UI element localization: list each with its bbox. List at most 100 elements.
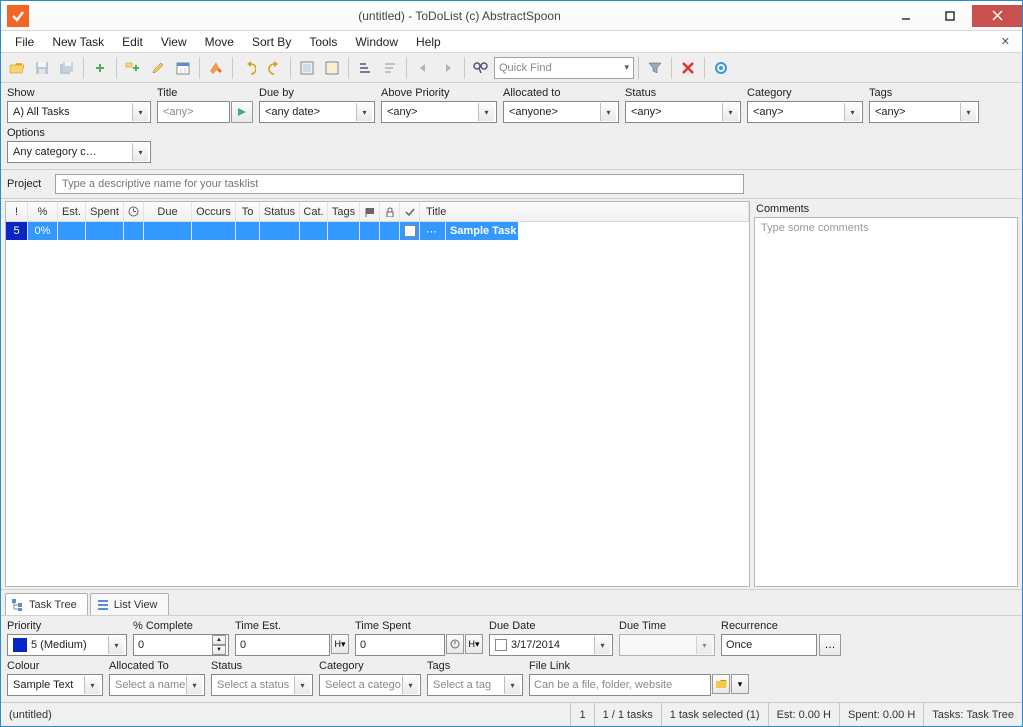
filter-due-combo[interactable]: <any date>▾: [259, 101, 375, 123]
sort-desc-icon[interactable]: [378, 56, 402, 80]
attr-percent-input[interactable]: 0 ▲▼: [133, 634, 229, 656]
filter-alloc-combo[interactable]: <anyone>▾: [503, 101, 619, 123]
filter-icon[interactable]: [643, 56, 667, 80]
status-item: 1: [570, 703, 593, 726]
menu-window[interactable]: Window: [347, 33, 406, 51]
col-reminder[interactable]: [124, 202, 144, 221]
tab-list-view[interactable]: List View: [90, 593, 169, 615]
menu-tools[interactable]: Tools: [301, 33, 345, 51]
status-spent: Spent: 0.00 H: [839, 703, 923, 726]
col-due[interactable]: Due: [144, 202, 192, 221]
col-spent[interactable]: Spent: [86, 202, 124, 221]
new-subtask-icon[interactable]: [121, 56, 145, 80]
prev-icon[interactable]: [411, 56, 435, 80]
filter-tags-combo[interactable]: <any>▾: [869, 101, 979, 123]
cell-title[interactable]: Sample Task: [446, 222, 518, 240]
toolbar: Quick Find ▾: [1, 53, 1022, 83]
minimize-button[interactable]: [884, 5, 928, 27]
menu-move[interactable]: Move: [197, 33, 242, 51]
col-flag[interactable]: [360, 202, 380, 221]
project-input[interactable]: [55, 174, 744, 194]
cell-flag: [360, 222, 380, 240]
col-est[interactable]: Est.: [58, 202, 86, 221]
filter-options-combo[interactable]: Any category c…▾: [7, 141, 151, 163]
attr-alloc-combo[interactable]: Select a name▾: [109, 674, 205, 696]
attr-filelink-input[interactable]: Can be a file, folder, website: [529, 674, 711, 696]
edit-icon[interactable]: [146, 56, 170, 80]
spin-down-icon[interactable]: ▼: [212, 645, 226, 655]
filter-priority-label: Above Priority: [381, 87, 497, 99]
attr-status-combo[interactable]: Select a status▾: [211, 674, 313, 696]
browse-icon[interactable]: [712, 674, 730, 694]
col-check[interactable]: [400, 202, 420, 221]
calendar-icon[interactable]: [171, 56, 195, 80]
col-status[interactable]: Status: [260, 202, 300, 221]
attr-est-input[interactable]: 0: [235, 634, 330, 656]
col-lock[interactable]: [380, 202, 400, 221]
attr-priority-combo[interactable]: 5 (Medium)▾: [7, 634, 127, 656]
attr-spent-input[interactable]: 0: [355, 634, 445, 656]
col-tags[interactable]: Tags: [328, 202, 360, 221]
filter-category-label: Category: [747, 87, 863, 99]
save-icon[interactable]: [30, 56, 54, 80]
maximize-button[interactable]: [928, 5, 972, 27]
menu-sort-by[interactable]: Sort By: [244, 33, 299, 51]
attr-duedate-input[interactable]: 3/17/2014▾: [489, 634, 613, 656]
comments-box[interactable]: Type some comments: [754, 217, 1018, 587]
sort-icon[interactable]: [353, 56, 377, 80]
collapse-icon[interactable]: [320, 56, 344, 80]
col-title[interactable]: Title: [420, 202, 749, 221]
menu-file[interactable]: File: [7, 33, 42, 51]
cell-check[interactable]: [400, 222, 420, 240]
cell-expander[interactable]: ⋯: [420, 222, 446, 240]
filter-show-combo[interactable]: A) All Tasks▾: [7, 101, 151, 123]
attr-filelink-dd[interactable]: ▾: [731, 674, 749, 694]
filter-category-combo[interactable]: <any>▾: [747, 101, 863, 123]
clean-icon[interactable]: [204, 56, 228, 80]
menu-help[interactable]: Help: [408, 33, 449, 51]
filter-status-combo[interactable]: <any>▾: [625, 101, 741, 123]
filter-bar: Show A) All Tasks▾ Title <any> Due by <a…: [1, 83, 1022, 170]
task-row[interactable]: 5 0% ⋯ Sample Task: [6, 222, 749, 240]
next-icon[interactable]: [436, 56, 460, 80]
menu-close-doc[interactable]: ✕: [995, 35, 1016, 48]
col-priority[interactable]: !: [6, 202, 28, 221]
cell-est: [58, 222, 86, 240]
task-body[interactable]: 5 0% ⋯ Sample Task: [6, 222, 749, 586]
menu-new-task[interactable]: New Task: [44, 33, 112, 51]
menu-view[interactable]: View: [153, 33, 195, 51]
settings-icon[interactable]: [709, 56, 733, 80]
new-task-icon[interactable]: [88, 56, 112, 80]
find-icon[interactable]: [469, 56, 493, 80]
attr-spent-unit-button[interactable]: H▾: [465, 634, 483, 654]
quick-find-input[interactable]: Quick Find ▾: [494, 57, 634, 79]
attr-duetime-combo[interactable]: ▾: [619, 634, 715, 656]
delete-icon[interactable]: [676, 56, 700, 80]
attr-colour-combo[interactable]: Sample Text▾: [7, 674, 103, 696]
attr-est-unit-button[interactable]: H▾: [331, 634, 349, 654]
col-cat[interactable]: Cat.: [300, 202, 328, 221]
col-occurs[interactable]: Occurs: [192, 202, 236, 221]
col-percent[interactable]: %: [28, 202, 58, 221]
filter-priority-combo[interactable]: <any>▾: [381, 101, 497, 123]
open-icon[interactable]: [5, 56, 29, 80]
redo-icon[interactable]: [262, 56, 286, 80]
menu-edit[interactable]: Edit: [114, 33, 151, 51]
col-to[interactable]: To: [236, 202, 260, 221]
status-bar: (untitled) 1 1 / 1 tasks 1 task selected…: [1, 702, 1022, 726]
filter-title-input[interactable]: <any>: [157, 101, 230, 123]
cell-lock: [380, 222, 400, 240]
tab-task-tree[interactable]: Task Tree: [5, 593, 88, 615]
save-all-icon[interactable]: [55, 56, 79, 80]
filter-title-go-button[interactable]: [231, 101, 253, 123]
attr-recur-button[interactable]: …: [819, 634, 841, 656]
spin-up-icon[interactable]: ▲: [212, 635, 226, 645]
attr-tags-combo[interactable]: Select a tag▾: [427, 674, 523, 696]
undo-icon[interactable]: [237, 56, 261, 80]
expand-icon[interactable]: [295, 56, 319, 80]
attr-category-combo[interactable]: Select a catego▾: [319, 674, 421, 696]
close-button[interactable]: [972, 5, 1022, 27]
attr-recur-input[interactable]: Once: [721, 634, 817, 656]
duedate-checkbox[interactable]: [495, 639, 507, 651]
attr-spent-timer-button[interactable]: [446, 634, 464, 654]
